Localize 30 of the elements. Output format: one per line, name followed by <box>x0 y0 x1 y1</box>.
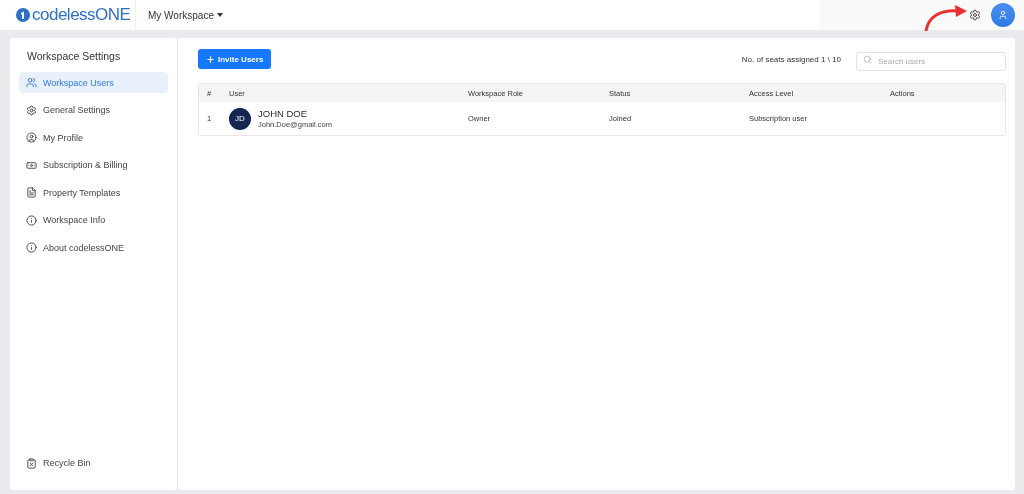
sidebar-item[interactable]: About codelessONE <box>19 237 168 258</box>
logo-text: codelessONE <box>32 5 131 25</box>
sidebar-item[interactable]: My Profile <box>19 127 168 148</box>
sidebar-item[interactable]: Recycle Bin <box>19 452 168 474</box>
clipboard-icon <box>26 457 37 469</box>
user-name: JOHN DOE <box>258 108 309 119</box>
logo-icon <box>16 8 30 22</box>
user-avatar: JD <box>229 107 251 130</box>
user-circle-icon <box>26 132 37 143</box>
users-icon <box>26 77 37 88</box>
sidebar-item[interactable]: Subscription & Billing <box>19 154 168 176</box>
sidebar-item[interactable]: Workspace Users <box>19 72 168 93</box>
workspace-menu[interactable]: My Workspace <box>148 9 223 21</box>
sidebar-item[interactable]: General Settings <box>19 99 168 121</box>
settings-icon <box>26 104 37 116</box>
seats-count: No. of seats assigned 1 \ 10 <box>741 54 841 64</box>
sidebar-title: Workspace Settings <box>26 50 122 62</box>
banknote-icon <box>26 159 37 171</box>
invite-users-button[interactable]: Invite Users <box>198 49 272 69</box>
user-avatar[interactable] <box>991 3 1015 27</box>
document-icon <box>26 187 37 198</box>
plus-icon <box>206 54 215 64</box>
caret-icon <box>216 13 223 17</box>
info-icon <box>26 242 37 253</box>
sidebar-item[interactable]: Workspace Info <box>19 209 168 231</box>
settings-icon[interactable] <box>969 9 981 21</box>
search-icon <box>863 54 872 64</box>
sidebar-item[interactable]: Property Templates <box>19 182 168 203</box>
info-icon <box>26 214 37 226</box>
search-field[interactable]: Search users <box>856 51 1006 71</box>
